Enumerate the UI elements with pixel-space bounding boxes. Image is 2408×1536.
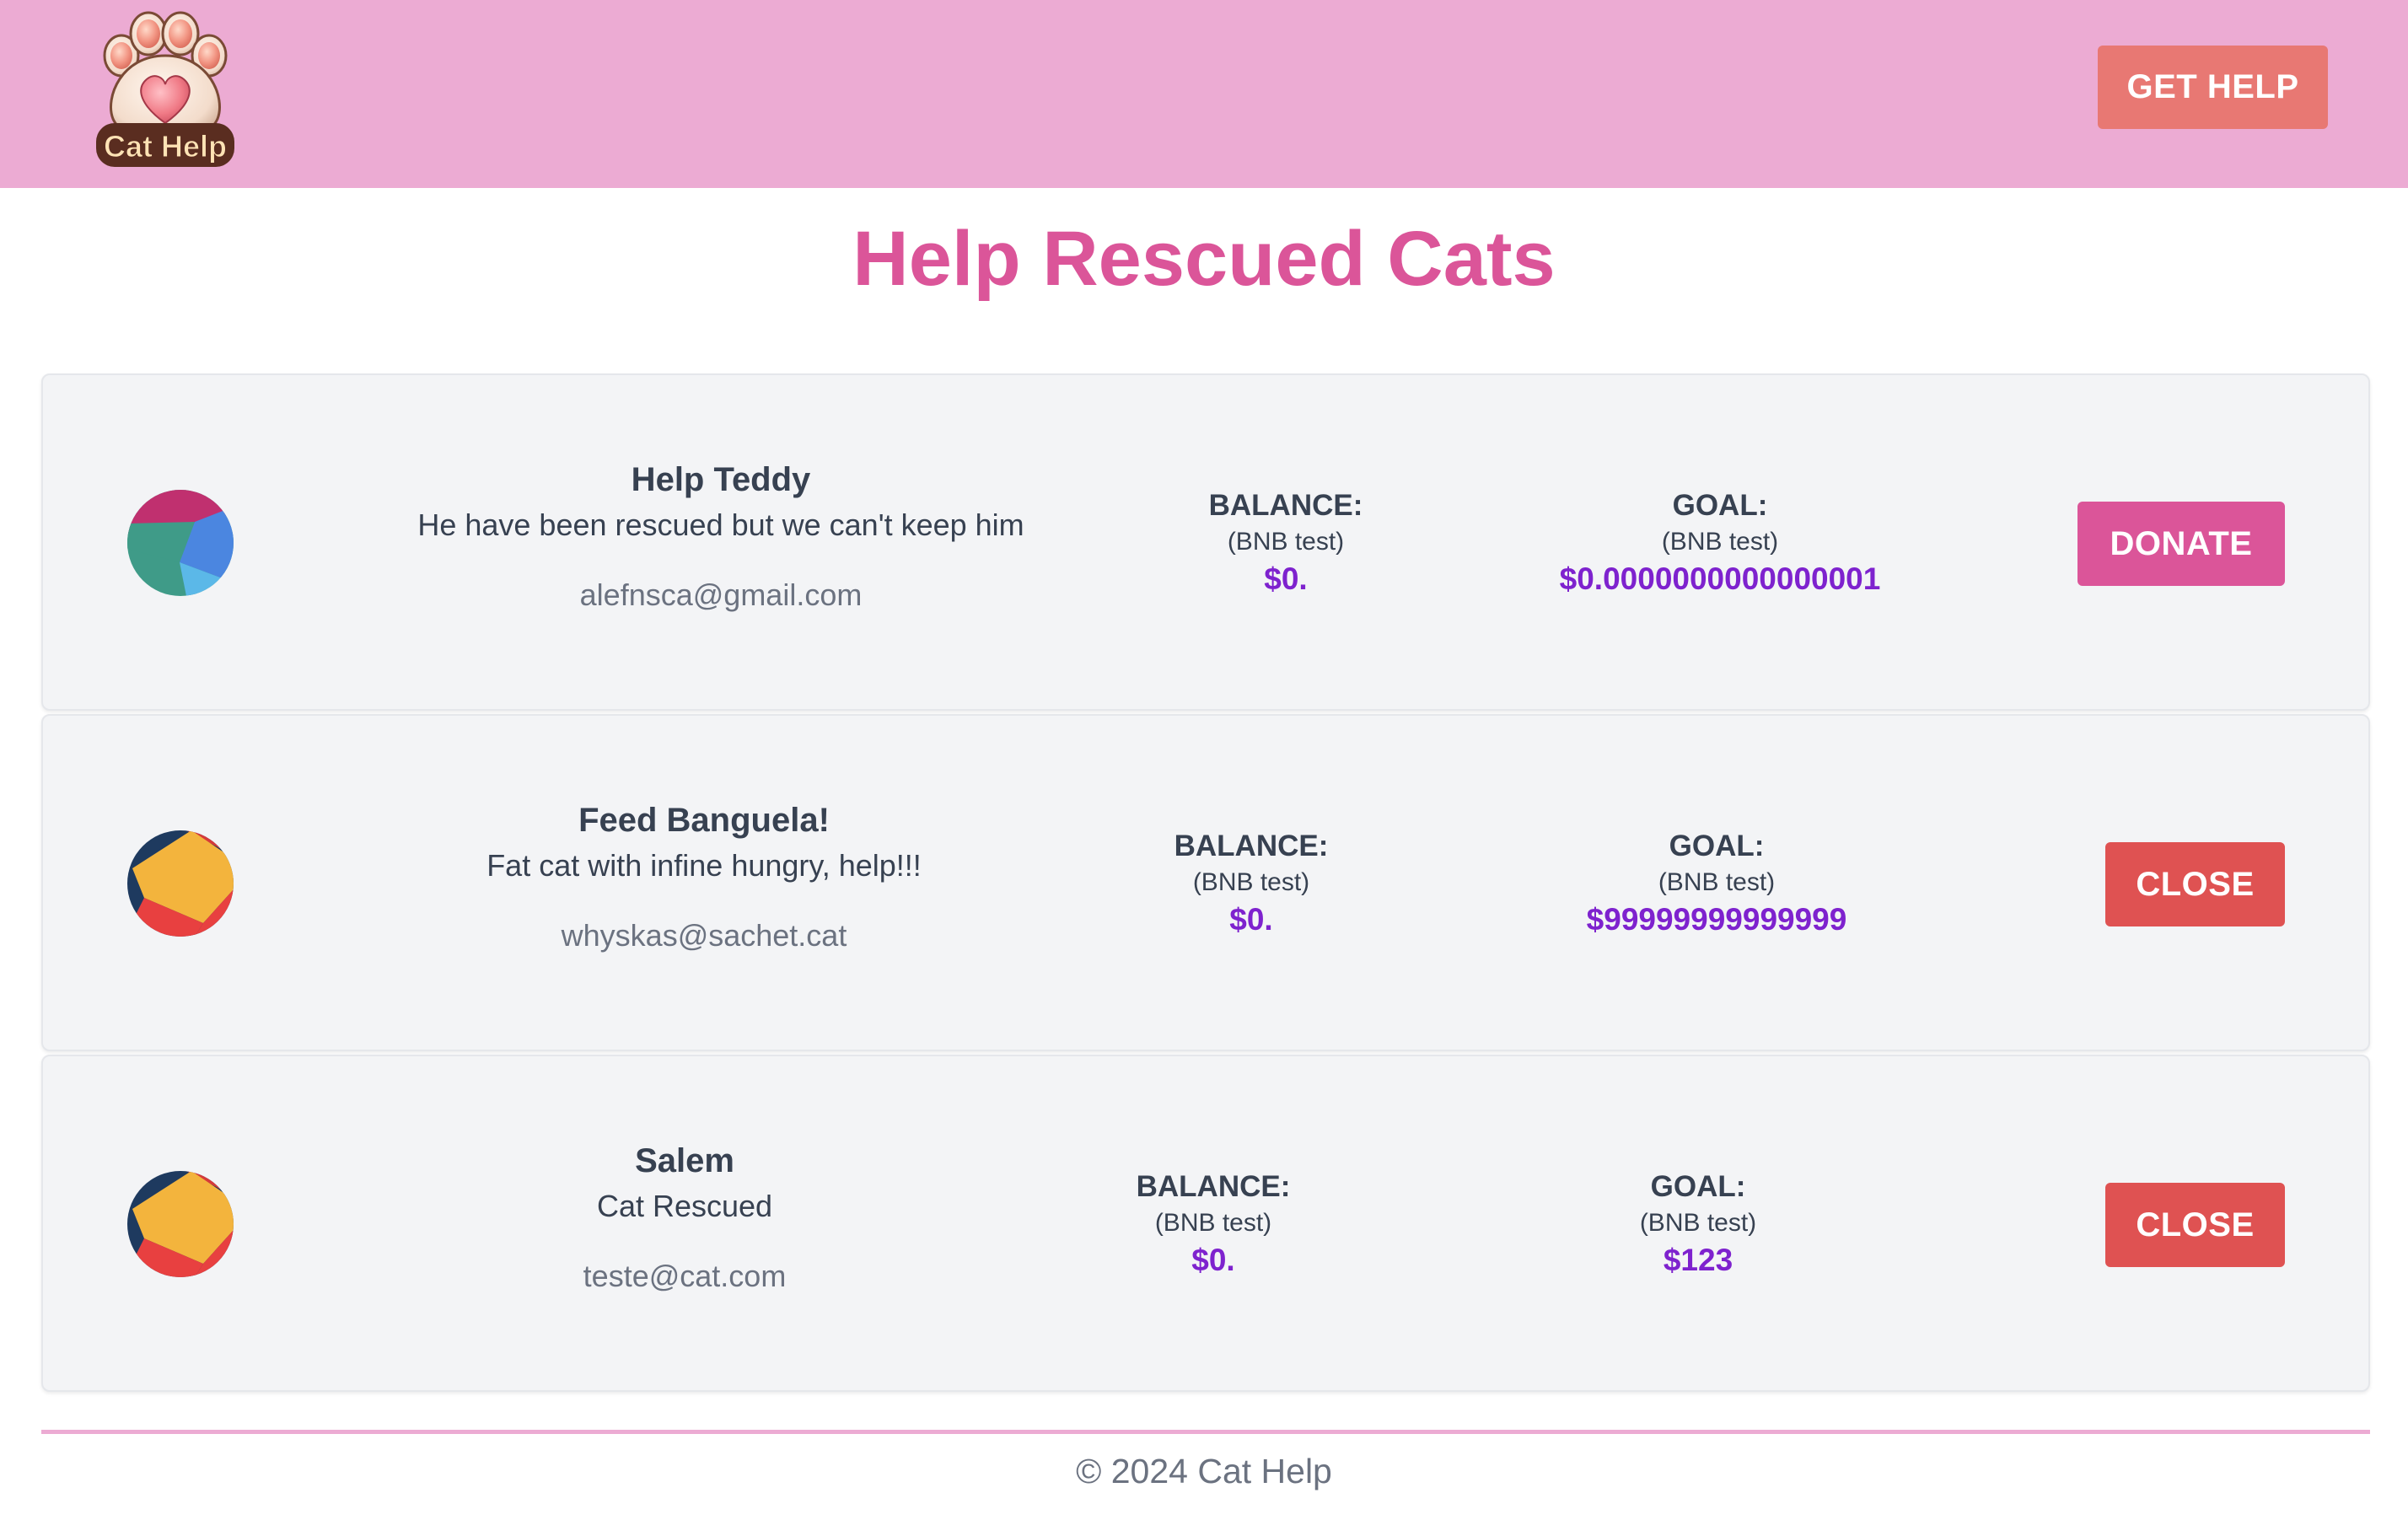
campaign-avatar bbox=[127, 1171, 234, 1277]
balance-value: $0. bbox=[1229, 902, 1273, 937]
paw-logo-icon: Cat Help bbox=[96, 11, 234, 167]
abstract-avatar-icon bbox=[127, 490, 234, 596]
footer-copyright: © 2024 Cat Help bbox=[1076, 1452, 1332, 1490]
campaign-card: Salem Cat Rescued teste@cat.com BALANCE:… bbox=[41, 1055, 2370, 1392]
goal-network: (BNB test) bbox=[1661, 528, 1779, 556]
close-button[interactable]: CLOSE bbox=[2105, 842, 2285, 926]
goal-label: GOAL: bbox=[1669, 830, 1765, 862]
campaign-avatar bbox=[127, 830, 234, 937]
campaign-info: Help Teddy He have been rescued but we c… bbox=[417, 459, 1024, 613]
svg-text:Cat Help: Cat Help bbox=[104, 129, 227, 164]
goal-value: $123 bbox=[1663, 1243, 1733, 1277]
goal-network: (BNB test) bbox=[1658, 868, 1776, 896]
campaign-name: Help Teddy bbox=[631, 461, 811, 498]
campaign-description: Cat Rescued bbox=[596, 1189, 773, 1223]
balance-network: (BNB test) bbox=[1192, 868, 1310, 896]
campaign-name: Feed Banguela! bbox=[578, 802, 830, 839]
goal-value: $0.0000000000000001 bbox=[1559, 561, 1881, 596]
campaign-card: Help Teddy He have been rescued but we c… bbox=[41, 373, 2370, 711]
balance-network: (BNB test) bbox=[1227, 528, 1345, 556]
campaign-email: whyskas@sachet.cat bbox=[561, 918, 847, 953]
balance-network: (BNB test) bbox=[1154, 1209, 1272, 1237]
page-title: Help Rescued Cats bbox=[852, 216, 1556, 302]
campaign-description: He have been rescued but we can't keep h… bbox=[417, 508, 1024, 542]
balance-label: BALANCE: bbox=[1136, 1170, 1291, 1203]
campaign-info: Salem Cat Rescued teste@cat.com bbox=[583, 1141, 787, 1294]
campaign-email: teste@cat.com bbox=[583, 1259, 787, 1294]
balance-value: $0. bbox=[1264, 561, 1308, 596]
goal-block: GOAL: (BNB test) $0.0000000000000001 bbox=[1560, 488, 1881, 599]
balance-value: $0. bbox=[1191, 1243, 1235, 1277]
campaign-description: Fat cat with infine hungry, help!!! bbox=[486, 848, 922, 883]
balance-block: BALANCE: (BNB test) $0. bbox=[1174, 829, 1329, 939]
close-button[interactable]: CLOSE bbox=[2105, 1183, 2285, 1267]
abstract-avatar-icon bbox=[127, 830, 234, 937]
goal-block: GOAL: (BNB test) $123 bbox=[1640, 1169, 1756, 1280]
balance-label: BALANCE: bbox=[1208, 489, 1363, 522]
get-help-button[interactable]: GET HELP bbox=[2098, 46, 2328, 129]
goal-network: (BNB test) bbox=[1639, 1209, 1757, 1237]
campaign-info: Feed Banguela! Fat cat with infine hungr… bbox=[486, 800, 922, 953]
balance-label: BALANCE: bbox=[1174, 830, 1329, 862]
site-header: Cat Help GET HELP bbox=[0, 0, 2408, 188]
cat-help-logo[interactable]: Cat Help bbox=[91, 5, 239, 170]
campaign-card: Feed Banguela! Fat cat with infine hungr… bbox=[41, 714, 2370, 1051]
goal-block: GOAL: (BNB test) $99999999999999 bbox=[1587, 829, 1847, 939]
campaign-name: Salem bbox=[635, 1142, 734, 1179]
abstract-avatar-icon bbox=[127, 1171, 234, 1277]
balance-block: BALANCE: (BNB test) $0. bbox=[1209, 488, 1363, 599]
footer-divider bbox=[41, 1430, 2370, 1434]
goal-value: $99999999999999 bbox=[1586, 902, 1847, 937]
balance-block: BALANCE: (BNB test) $0. bbox=[1137, 1169, 1291, 1280]
donate-button[interactable]: DONATE bbox=[2077, 502, 2285, 586]
goal-label: GOAL: bbox=[1650, 1170, 1746, 1203]
campaign-email: alefnsca@gmail.com bbox=[579, 577, 863, 613]
campaign-avatar bbox=[127, 490, 234, 596]
goal-label: GOAL: bbox=[1672, 489, 1768, 522]
